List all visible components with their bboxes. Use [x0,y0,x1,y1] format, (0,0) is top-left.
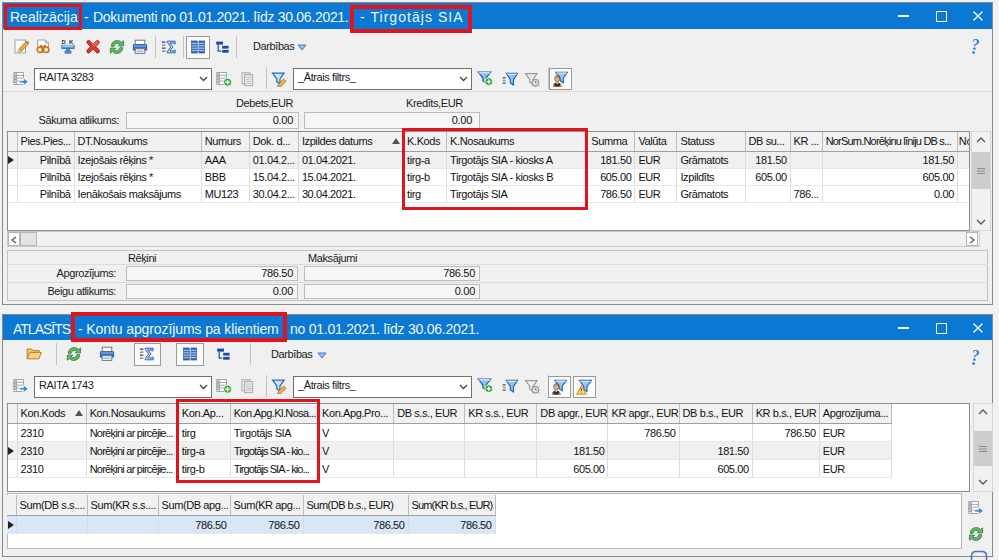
svg-text:K: K [69,39,74,45]
svg-text:?: ? [972,38,980,53]
svg-text:?: ? [972,349,980,364]
svg-text:D: D [62,39,66,45]
